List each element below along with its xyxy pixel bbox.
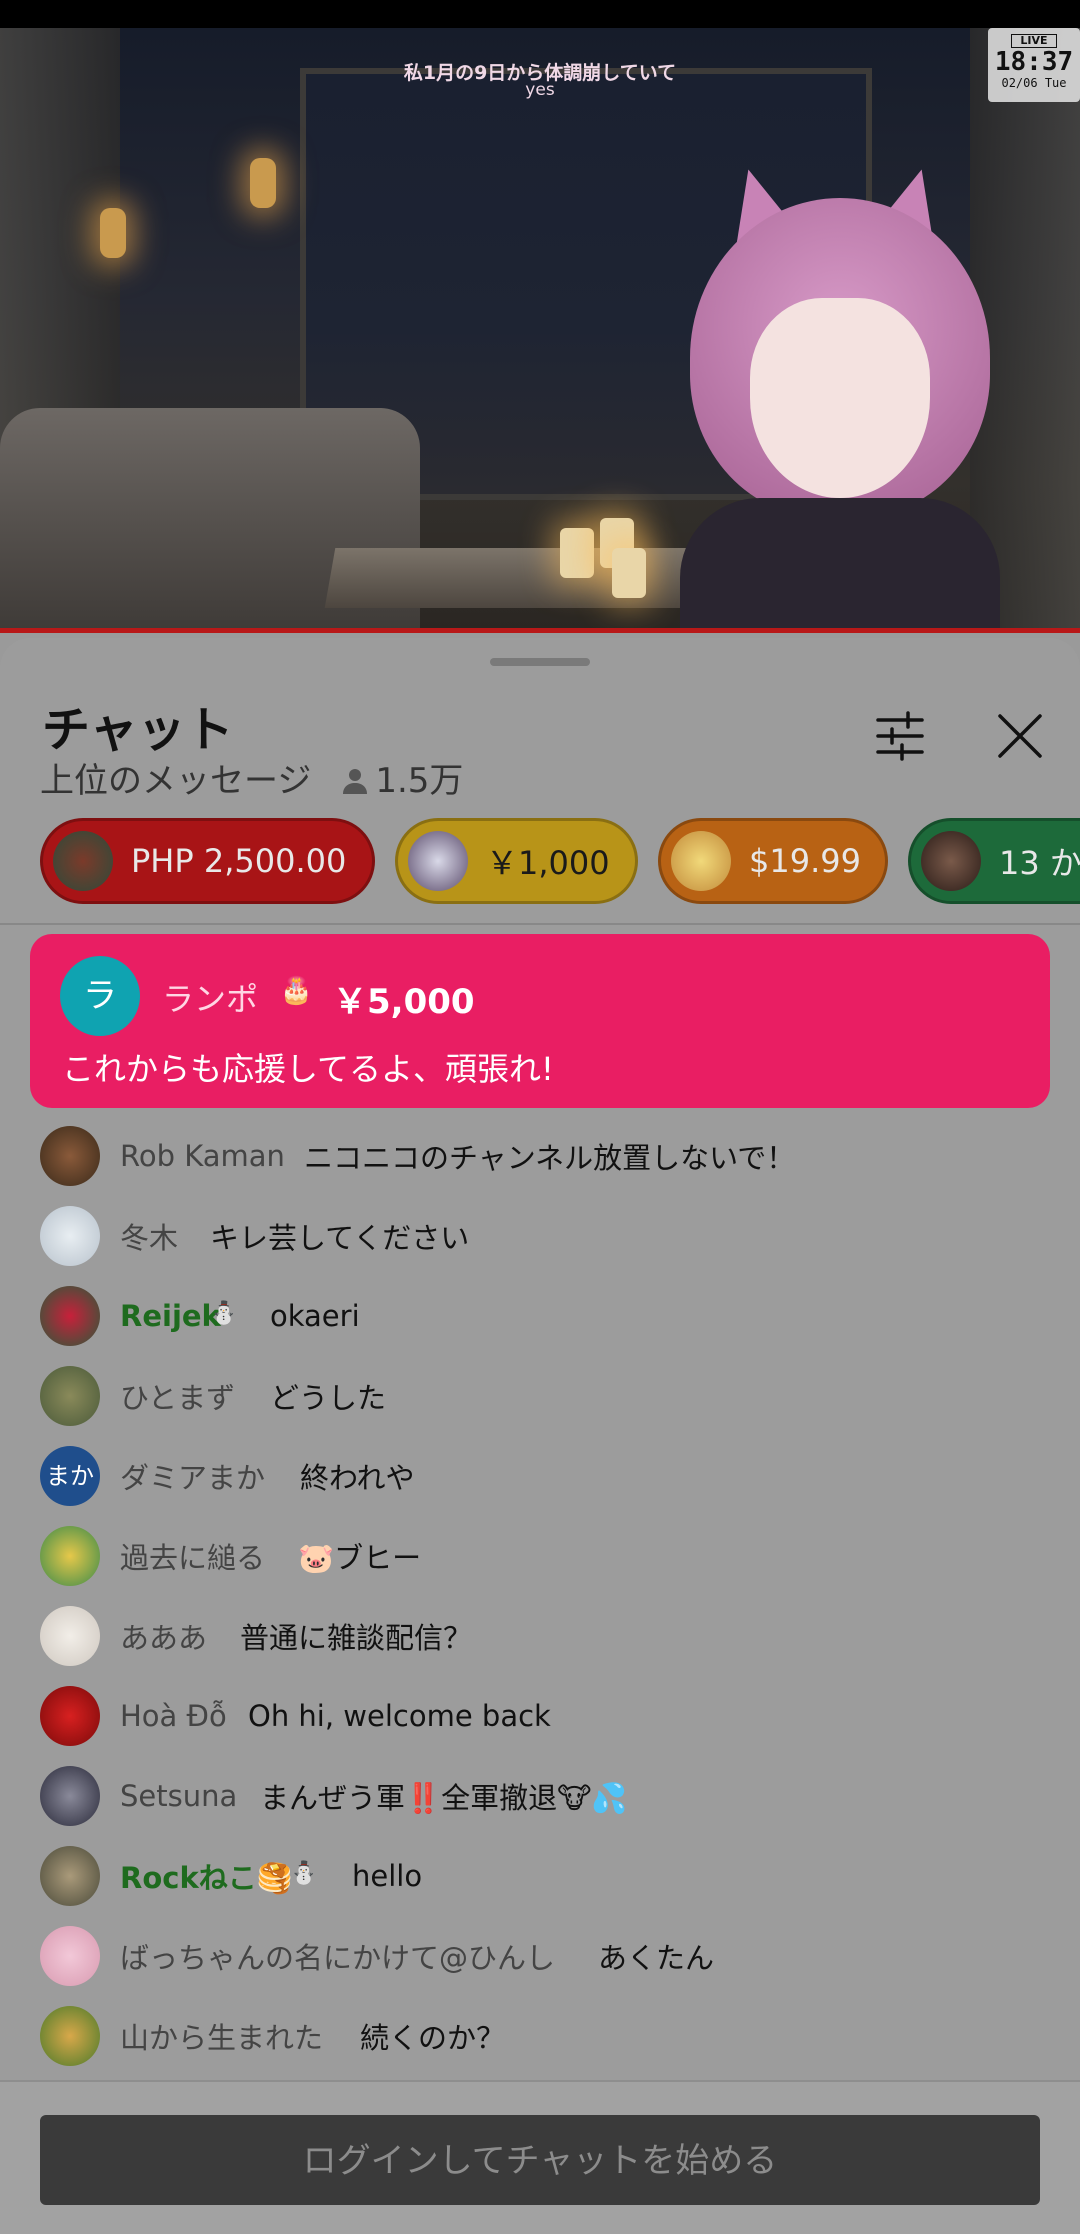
- chat-message[interactable]: 過去に縋る 🐷ブヒー: [0, 1516, 1080, 1596]
- clock-date: 02/06 Tue: [1001, 76, 1067, 90]
- viewer-count: 1.5万: [375, 761, 464, 801]
- chat-settings-button[interactable]: [870, 706, 930, 766]
- chat-message[interactable]: Hoà Đỗ Oh hi, welcome back: [0, 1676, 1080, 1756]
- chat-text: 続くのか？: [360, 2021, 506, 2055]
- chip-amount: $19.99: [749, 842, 861, 880]
- chat-message[interactable]: ばっちゃんの名にかけて@ひんし あくたん: [0, 1916, 1080, 1996]
- avatar: [40, 1526, 100, 1586]
- video-caption-translation: yes: [525, 80, 555, 100]
- status-bar: [0, 0, 1080, 28]
- chat-mode-selector[interactable]: 上位のメッセージ 1.5万: [40, 753, 463, 802]
- avatar: [921, 831, 981, 891]
- live-clock: LIVE 18:37 02/06 Tue: [988, 28, 1080, 102]
- chat-title: チャット: [42, 702, 234, 758]
- chip-amount: PHP 2,500.00: [131, 842, 347, 880]
- chat-text: どうした: [270, 1381, 387, 1415]
- chat-text: あくたん: [598, 1941, 715, 1975]
- video-player[interactable]: 私1月の9日から体調崩していて yes: [0, 28, 1080, 633]
- cake-badge-icon: 🎂: [280, 976, 313, 1006]
- chat-author: あああ: [120, 1621, 208, 1655]
- chip-amount: 13 か: [999, 844, 1080, 882]
- chat-author: Setsuna: [120, 1779, 238, 1813]
- vtuber-avatar: [650, 159, 1030, 633]
- scene-candle: [560, 528, 594, 578]
- avatar: [40, 1846, 100, 1906]
- chat-author: Reijek: [120, 1299, 221, 1333]
- clock-time: 18:37: [994, 47, 1074, 77]
- close-chat-button[interactable]: [990, 706, 1050, 766]
- chat-text: 終われや: [300, 1461, 415, 1495]
- chat-message[interactable]: Setsuna まんぜう軍‼️全軍撤退🐮💦: [0, 1756, 1080, 1836]
- chat-author: ひとまず: [120, 1381, 236, 1415]
- avatar: [40, 1686, 100, 1746]
- sheet-drag-handle[interactable]: [490, 658, 590, 666]
- chat-author: Rob Kaman: [120, 1139, 285, 1173]
- avatar: [40, 1606, 100, 1666]
- chat-author: 冬木: [120, 1221, 179, 1255]
- chip-amount: ￥1,000: [486, 844, 610, 882]
- chat-text: Oh hi, welcome back: [248, 1699, 551, 1733]
- scene-lamp: [100, 208, 126, 258]
- sliders-icon: [876, 711, 924, 761]
- scene-lamp: [250, 158, 276, 208]
- avatar: [408, 831, 468, 891]
- avatar: [53, 831, 113, 891]
- chat-text: まんぜう軍‼️全軍撤退🐮💦: [260, 1781, 628, 1815]
- chat-text: hello: [352, 1859, 423, 1893]
- divider: [0, 923, 1080, 925]
- avatar: ラ: [60, 956, 140, 1036]
- pinned-superchat-chip[interactable]: $19.99: [658, 818, 888, 904]
- chat-message[interactable]: 山から生まれた 続くのか？: [0, 1996, 1080, 2076]
- member-badge-icon: ⛄: [290, 1861, 318, 1886]
- superchat-author: ランポ: [162, 980, 259, 1018]
- chat-message[interactable]: あああ 普通に雑談配信？: [0, 1596, 1080, 1676]
- pinned-superchat-chip[interactable]: 13 か: [908, 818, 1080, 904]
- chat-text: ニコニコのチャンネル放置しないで！: [304, 1141, 796, 1175]
- chat-author: Hoà Đỗ: [120, 1699, 227, 1733]
- avatar: [40, 1126, 100, 1186]
- chat-message[interactable]: まか ダミアまか 終われや: [0, 1436, 1080, 1516]
- chat-message[interactable]: Reijek ⛄ okaeri: [0, 1276, 1080, 1356]
- chat-message[interactable]: 冬木 キレ芸してください: [0, 1196, 1080, 1276]
- chat-sheet: チャット 上位のメッセージ 1.5万 PHP 2,500.00 ￥1,000 $…: [0, 638, 1080, 2232]
- superchat-text: これからも応援してるよ、頑張れ!: [62, 1050, 554, 1088]
- avatar: [40, 1766, 100, 1826]
- avatar: [40, 2006, 100, 2066]
- scene-candle: [612, 548, 646, 598]
- avatar: [40, 1206, 100, 1266]
- login-to-chat-button[interactable]: ログインしてチャットを始める: [40, 2115, 1040, 2205]
- member-badge-icon: ⛄: [210, 1301, 238, 1326]
- chat-input-area: ログインしてチャットを始める: [0, 2080, 1080, 2234]
- pinned-superchat-chip[interactable]: ￥1,000: [395, 818, 638, 904]
- video-progress-bar[interactable]: [0, 628, 1080, 633]
- pinned-superchat-ticker: PHP 2,500.00 ￥1,000 $19.99 13 か: [0, 818, 1080, 908]
- chat-author: 山から生まれた: [120, 2021, 324, 2055]
- live-tag: LIVE: [1011, 34, 1057, 48]
- chat-text: 🐷ブヒー: [298, 1541, 422, 1575]
- chat-message[interactable]: ひとまず どうした: [0, 1356, 1080, 1436]
- chat-author: 過去に縋る: [120, 1541, 266, 1575]
- close-icon: [998, 714, 1042, 758]
- chat-text: okaeri: [270, 1299, 360, 1333]
- avatar: [40, 1366, 100, 1426]
- person-icon: [341, 764, 369, 794]
- chat-message[interactable]: Rockねこ🥞 ⛄ hello: [0, 1836, 1080, 1916]
- chat-message[interactable]: Rob Kaman ニコニコのチャンネル放置しないで！: [0, 1116, 1080, 1196]
- superchat-message[interactable]: ラ ランポ 🎂 ￥5,000 これからも応援してるよ、頑張れ!: [30, 934, 1050, 1108]
- chat-mode-label: 上位のメッセージ: [40, 761, 312, 801]
- chat-author: Rockねこ🥞: [120, 1861, 293, 1895]
- pinned-superchat-chip[interactable]: PHP 2,500.00: [40, 818, 375, 904]
- chat-text: キレ芸してください: [210, 1221, 470, 1255]
- avatar: [40, 1926, 100, 1986]
- chat-text: 普通に雑談配信？: [240, 1621, 473, 1655]
- chat-author: ばっちゃんの名にかけて@ひんし: [120, 1941, 556, 1975]
- avatar: まか: [40, 1446, 100, 1506]
- avatar: [671, 831, 731, 891]
- chat-author: ダミアまか: [120, 1461, 266, 1495]
- superchat-amount: ￥5,000: [333, 982, 475, 1022]
- avatar: [40, 1286, 100, 1346]
